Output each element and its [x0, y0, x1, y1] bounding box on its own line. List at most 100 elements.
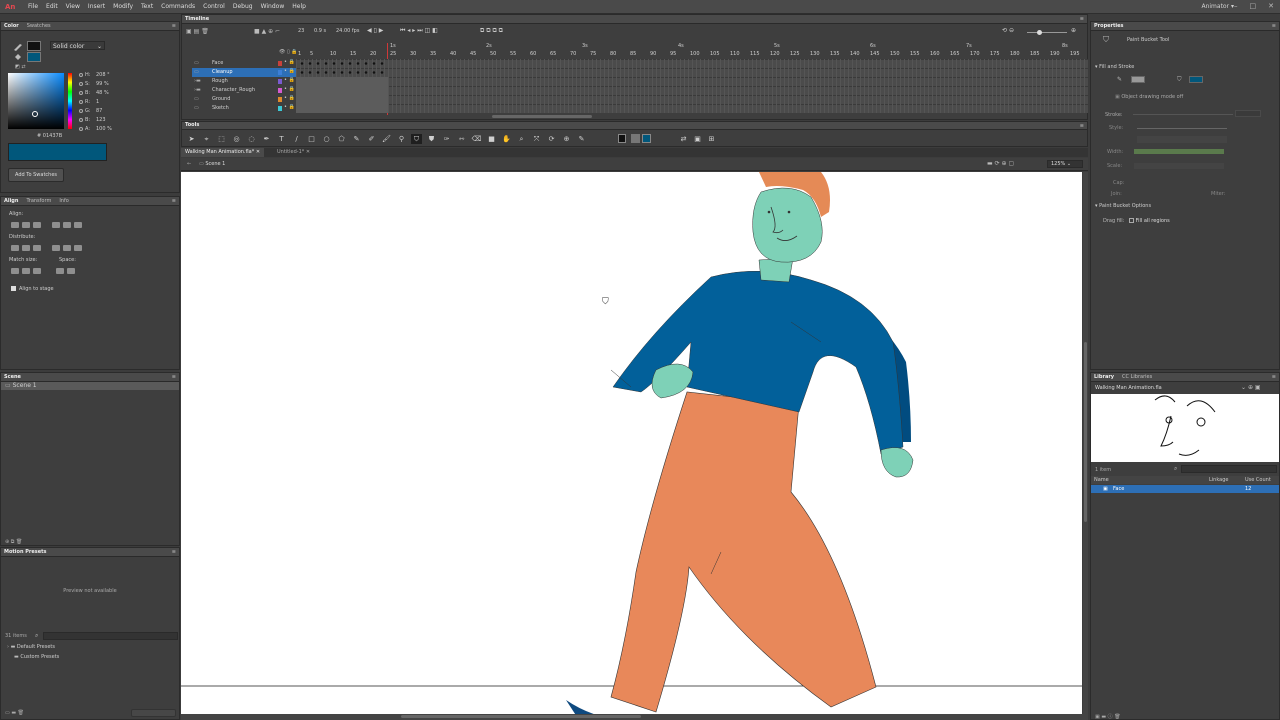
width-tool-icon[interactable]: ⇿ [456, 134, 467, 144]
line-tool-icon[interactable]: / [291, 134, 302, 144]
scale-select[interactable] [1134, 163, 1224, 169]
panel-menu-icon[interactable]: ≡ [172, 23, 176, 29]
menu-help[interactable]: Help [288, 0, 310, 13]
3d-rotate-tool-icon[interactable]: ◎ [231, 134, 242, 144]
menu-text[interactable]: Text [137, 0, 157, 13]
layer-color-swatch[interactable] [278, 61, 282, 66]
rotate-stage-icon[interactable]: ⟳ [995, 160, 1000, 167]
tab-document-untitled[interactable]: Untitled-1* ✕ [273, 148, 314, 157]
zoom-stage-tool-icon[interactable]: ⊕ [561, 134, 572, 144]
minimize-icon[interactable]: – [1234, 2, 1238, 10]
color-field[interactable]: S: 99 % [79, 81, 139, 90]
color-field-value[interactable]: 208 ° [96, 72, 110, 78]
panel-menu-icon[interactable]: ≡ [172, 374, 176, 380]
match-both-icon[interactable] [33, 267, 41, 274]
free-transform-tool-icon[interactable]: ⬚ [216, 134, 227, 144]
scene-item[interactable]: ▭ Scene 1 [1, 382, 179, 390]
zoom-tool-icon[interactable]: ⌕ [516, 134, 527, 144]
library-file-select[interactable]: Walking Man Animation.fla [1095, 385, 1162, 391]
loop-icon[interactable]: ◀ [367, 27, 372, 34]
layer-color-swatch[interactable] [278, 70, 282, 75]
fill-swatch[interactable] [1189, 76, 1203, 83]
new-symbol-icon[interactable]: ▣ [1095, 714, 1100, 720]
tab-swatches[interactable]: Swatches [27, 23, 51, 29]
camera-icon[interactable]: ■ [254, 28, 260, 35]
hue-slider[interactable] [68, 73, 72, 129]
apply-button[interactable] [131, 709, 176, 717]
stage-vscrollbar[interactable] [1083, 172, 1088, 714]
new-layer-icon[interactable]: ▣ [186, 28, 192, 35]
distribute-left-icon[interactable] [52, 244, 60, 251]
color-field-value[interactable]: 100 % [96, 126, 112, 132]
eyedropper-tool-icon[interactable]: ✑ [441, 134, 452, 144]
close-tab-icon[interactable]: ✕ [306, 149, 310, 155]
new-folder-icon[interactable]: ▬ [11, 710, 16, 716]
next-frame-icon[interactable]: ▸ [412, 27, 415, 34]
new-folder-icon[interactable]: ▤ [194, 28, 200, 35]
duplicate-scene-icon[interactable]: ⧉ [11, 539, 15, 545]
color-field[interactable]: B: 48 % [79, 90, 139, 99]
match-height-icon[interactable] [22, 267, 30, 274]
delete-preset-icon[interactable]: 🗑 [18, 710, 24, 716]
keyframes[interactable] [296, 59, 388, 77]
tab-align[interactable]: Align [4, 198, 18, 204]
menu-debug[interactable]: Debug [229, 0, 257, 13]
fill-bucket-icon[interactable] [13, 53, 23, 62]
text-tool-icon[interactable]: T [276, 134, 287, 144]
distribute-right-icon[interactable] [74, 244, 82, 251]
pen-tool-icon[interactable]: ✒ [261, 134, 272, 144]
polystar-tool-icon[interactable]: ⬠ [336, 134, 347, 144]
stroke-color-swatch[interactable] [27, 41, 41, 51]
layer-lock-icon[interactable]: • 🔒 [284, 77, 295, 83]
hand-tool-icon[interactable]: ✋ [501, 134, 512, 144]
color-field[interactable]: A: 100 % [79, 126, 139, 135]
layer-depth-icon[interactable]: ▲ [262, 28, 267, 35]
tab-color[interactable]: Color [4, 23, 19, 29]
col-linkage[interactable]: Linkage [1209, 477, 1228, 483]
panel-menu-icon[interactable]: ≡ [1080, 16, 1084, 22]
align-top-icon[interactable] [52, 221, 60, 228]
snap-icon[interactable]: ⊞ [706, 134, 717, 144]
eraser-tool-icon[interactable]: ⌫ [471, 134, 482, 144]
zoom-select[interactable]: 125% ⌄ [1047, 160, 1083, 168]
outline-icon[interactable]: ▯ [287, 49, 290, 55]
paint-bucket-tool-icon[interactable]: ⛉ [411, 134, 422, 144]
radio-icon[interactable] [79, 81, 83, 86]
object-drawing-toggle[interactable]: ▣ Object drawing mode off [1115, 94, 1183, 100]
distribute-vcenter-icon[interactable] [22, 244, 30, 251]
tab-info[interactable]: Info [59, 198, 68, 204]
fill-color-swatch[interactable] [642, 134, 651, 143]
last-frame-icon[interactable]: ⏭ [417, 27, 422, 34]
preset-search-input[interactable]: ⌕ [35, 632, 178, 640]
clip-icon[interactable]: ▢ [1009, 160, 1015, 167]
attach-icon[interactable]: ⊕ [268, 28, 273, 35]
color-field-value[interactable]: 87 [96, 108, 102, 114]
pencil-tool-icon[interactable]: ✎ [351, 134, 362, 144]
fill-stroke-section[interactable]: ▾ Fill and Stroke [1095, 64, 1134, 70]
static-frames[interactable] [296, 77, 388, 113]
swap-icon[interactable]: ⇄ [678, 134, 689, 144]
paint-bucket-options-section[interactable]: ▾ Paint Bucket Options [1095, 203, 1151, 209]
subselect-tool-icon[interactable]: ⌖ [201, 134, 212, 144]
menu-control[interactable]: Control [199, 0, 229, 13]
fill-color-swatch[interactable] [27, 52, 41, 62]
pin-icon[interactable]: ⊕ [1248, 384, 1253, 391]
color-field[interactable]: H: 208 ° [79, 72, 139, 81]
color-field[interactable]: R: 1 [79, 99, 139, 108]
tab-library[interactable]: Library [1094, 374, 1114, 380]
panel-menu-icon[interactable]: ≡ [1272, 23, 1276, 29]
asset-warp-tool-icon[interactable]: ⤧ [531, 134, 542, 144]
new-library-icon[interactable]: ▣ [1255, 384, 1261, 391]
play-icon[interactable]: ▶ [379, 27, 384, 34]
style-edit-button[interactable] [1137, 136, 1227, 143]
tab-document-active[interactable]: Walking Man Animation.fla* ✕ [181, 148, 265, 157]
visibility-icon[interactable]: 👁 [279, 49, 285, 55]
menu-window[interactable]: Window [257, 0, 289, 13]
prev-frame-icon[interactable]: ◂ [407, 27, 410, 34]
delete-layer-icon[interactable]: 🗑 [201, 28, 209, 35]
breadcrumb[interactable]: ▭ Scene 1 [199, 161, 225, 167]
swap-colors-icon[interactable]: ◩ ⇄ [15, 64, 26, 70]
time-counter[interactable]: 0.9 s [314, 28, 326, 34]
rectangle-tool-icon[interactable]: □ [306, 134, 317, 144]
col-name[interactable]: Name [1094, 477, 1109, 483]
